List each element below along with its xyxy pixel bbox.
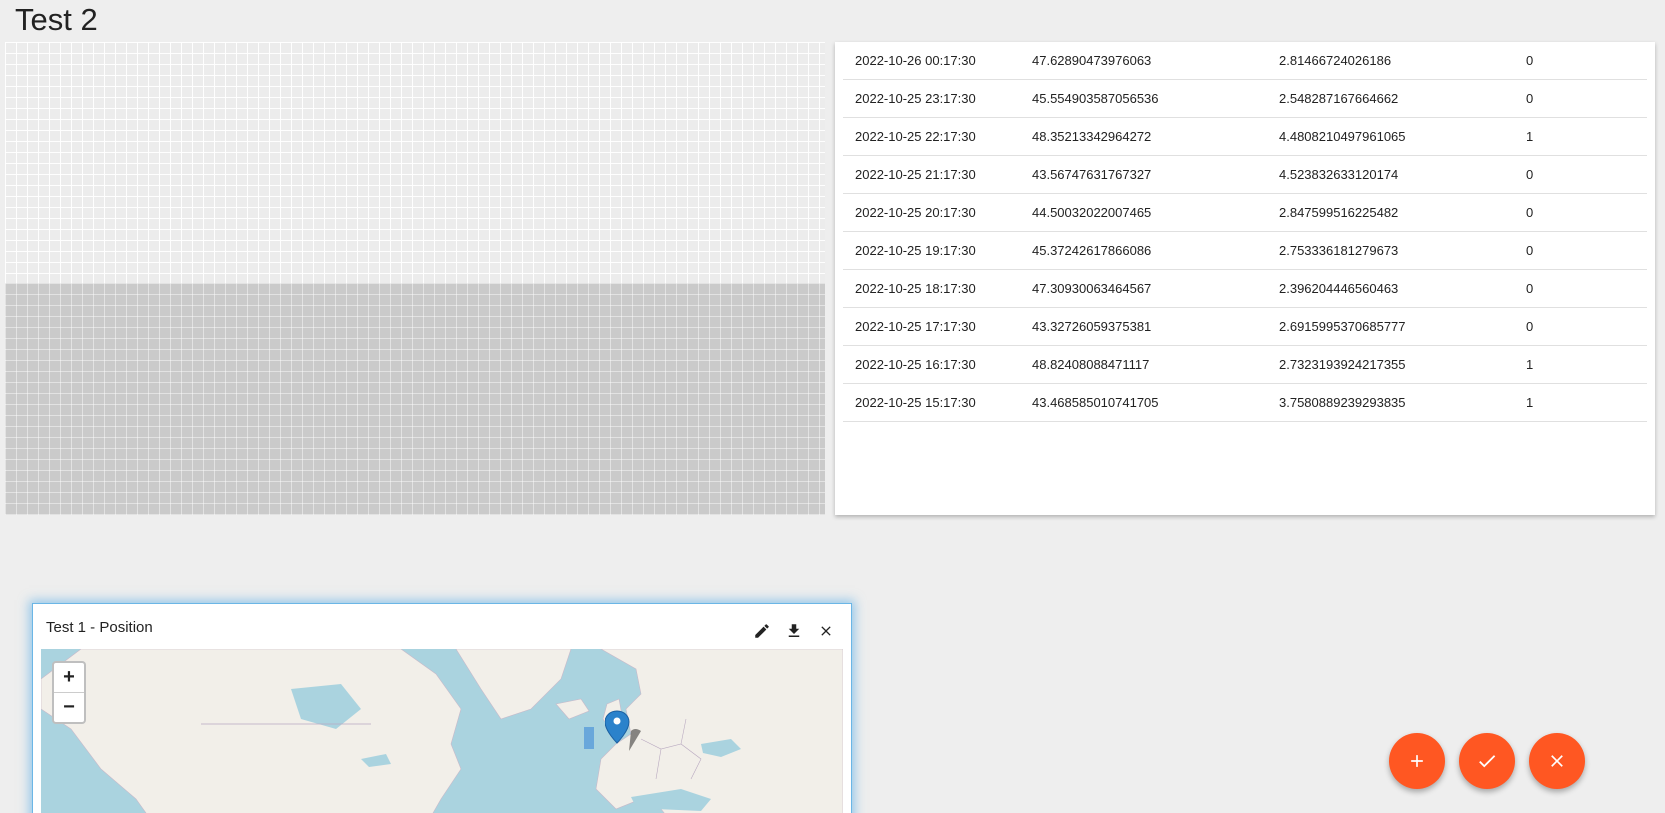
table-cell: 44.50032022007465 — [1020, 193, 1267, 232]
table-row: 2022-10-25 16:17:30 48.82408088471117 2.73… — [843, 345, 1647, 384]
plus-icon — [1411, 755, 1423, 767]
table-cell: 2.396204446560463 — [1267, 269, 1514, 308]
table-cell: 0 — [1514, 307, 1647, 346]
table-row: 2022-10-25 21:17:30 43.56747631767327 4.52… — [843, 155, 1647, 194]
table-cell: 0 — [1514, 155, 1647, 194]
table-cell: 43.32726059375381 — [1020, 307, 1267, 346]
table-cell: 45.37242617866086 — [1020, 231, 1267, 270]
zoom-out-button[interactable]: − — [54, 692, 84, 722]
cancel-button[interactable] — [1529, 733, 1585, 789]
zoom-control: + − — [52, 661, 86, 724]
map-widget[interactable]: Test 1 - Position + − — [32, 603, 852, 813]
table-cell: 43.468585010741705 — [1020, 383, 1267, 422]
chart-grid-lower — [5, 283, 825, 515]
map-pin-icon[interactable] — [604, 709, 649, 758]
table-cell: 3.7580889239293835 — [1267, 383, 1514, 422]
table-cell: 2022-10-25 20:17:30 — [843, 193, 1020, 232]
table-cell: 2.753336181279673 — [1267, 231, 1514, 270]
table-cell: 2022-10-25 22:17:30 — [843, 117, 1020, 156]
map-widget-title: Test 1 - Position — [46, 619, 153, 636]
table-row: 2022-10-25 17:17:30 43.32726059375381 2.69… — [843, 307, 1647, 346]
table-cell: 2022-10-25 19:17:30 — [843, 231, 1020, 270]
chart-grid-upper — [5, 42, 825, 283]
table-cell: 2.548287167664662 — [1267, 79, 1514, 118]
table-row: 2022-10-25 20:17:30 44.50032022007465 2.84… — [843, 193, 1647, 232]
table-row: 2022-10-25 22:17:30 48.35213342964272 4.48… — [843, 117, 1647, 156]
table-cell: 0 — [1514, 193, 1647, 232]
add-button[interactable] — [1389, 733, 1445, 789]
table-cell: 2.6915995370685777 — [1267, 307, 1514, 346]
data-table: 2022-10-26 00:17:30 47.62890473976063 2.81… — [843, 42, 1647, 422]
table-cell: 0 — [1514, 231, 1647, 270]
pencil-icon[interactable] — [751, 620, 773, 642]
close-icon[interactable] — [815, 620, 837, 642]
table-cell: 0 — [1514, 269, 1647, 308]
table-cell: 0 — [1514, 79, 1647, 118]
download-icon[interactable] — [783, 620, 805, 642]
table-cell: 47.30930063464567 — [1020, 269, 1267, 308]
page-title: Test 2 — [15, 2, 98, 37]
table-cell: 47.62890473976063 — [1020, 42, 1267, 80]
table-cell: 4.523832633120174 — [1267, 155, 1514, 194]
table-cell: 48.35213342964272 — [1020, 117, 1267, 156]
zoom-in-button[interactable]: + — [54, 663, 84, 692]
table-cell: 2022-10-25 21:17:30 — [843, 155, 1020, 194]
table-cell: 2022-10-25 16:17:30 — [843, 345, 1020, 384]
table-cell: 2.81466724026186 — [1267, 42, 1514, 80]
check-icon — [1479, 755, 1496, 768]
table-cell: 2.7323193924217355 — [1267, 345, 1514, 384]
table-cell: 43.56747631767327 — [1020, 155, 1267, 194]
map-widget-actions — [751, 620, 837, 642]
table-cell: 48.82408088471117 — [1020, 345, 1267, 384]
table-row: 2022-10-26 00:17:30 47.62890473976063 2.81… — [843, 42, 1647, 80]
table-cell: 45.554903587056536 — [1020, 79, 1267, 118]
table-row: 2022-10-25 23:17:30 45.554903587056536 2.5… — [843, 79, 1647, 118]
table-cell: 2022-10-25 17:17:30 — [843, 307, 1020, 346]
table-cell: 0 — [1514, 42, 1647, 80]
table-cell: 2022-10-25 15:17:30 — [843, 383, 1020, 422]
close-icon — [1551, 755, 1563, 767]
table-row: 2022-10-25 15:17:30 43.468585010741705 3.7… — [843, 383, 1647, 422]
table-cell: 1 — [1514, 117, 1647, 156]
map-view[interactable]: + − — [41, 649, 843, 813]
table-cell: 2022-10-25 23:17:30 — [843, 79, 1020, 118]
data-table-card: 2022-10-26 00:17:30 47.62890473976063 2.81… — [835, 42, 1655, 515]
table-cell: 1 — [1514, 383, 1647, 422]
empty-chart-panel — [5, 42, 825, 515]
table-row: 2022-10-25 19:17:30 45.37242617866086 2.75… — [843, 231, 1647, 270]
table-cell: 2022-10-26 00:17:30 — [843, 42, 1020, 80]
table-cell: 2.847599516225482 — [1267, 193, 1514, 232]
table-row: 2022-10-25 18:17:30 47.30930063464567 2.39… — [843, 269, 1647, 308]
map-tiles — [41, 649, 843, 813]
table-cell: 4.4808210497961065 — [1267, 117, 1514, 156]
table-cell: 1 — [1514, 345, 1647, 384]
confirm-button[interactable] — [1459, 733, 1515, 789]
table-cell: 2022-10-25 18:17:30 — [843, 269, 1020, 308]
